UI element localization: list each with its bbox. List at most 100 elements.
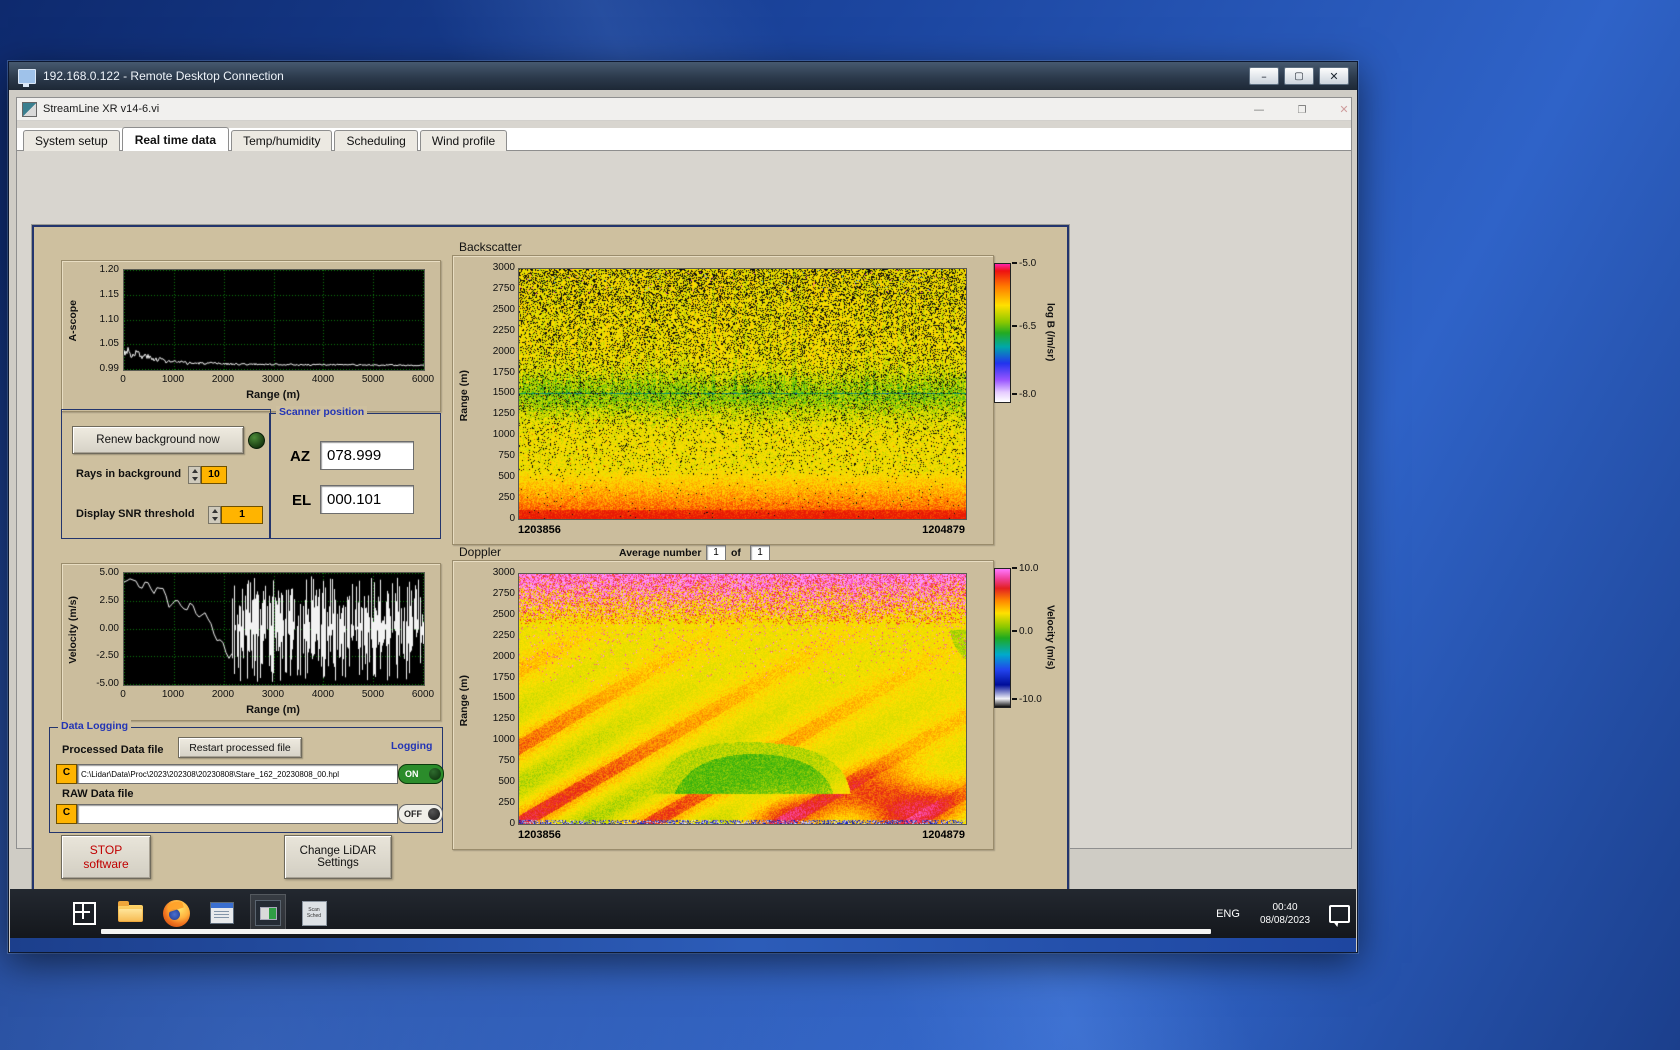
app-minimize-button[interactable] [1245, 101, 1273, 117]
snr-value-field[interactable]: 1 [221, 506, 263, 524]
processed-drive-button[interactable]: C [56, 764, 77, 784]
tick-label: 1.05 [100, 338, 119, 349]
app-maximize-button[interactable] [1288, 101, 1316, 117]
doppler-colorbar-tick-top: 10.0 [1012, 563, 1038, 574]
tick-label: 2750 [493, 588, 515, 599]
rays-value-field[interactable]: 10 [201, 466, 227, 484]
tab-real-time-data[interactable]: Real time data [122, 127, 229, 151]
tick-label: 1250 [493, 408, 515, 419]
rdp-maximize-button[interactable] [1284, 67, 1314, 85]
host-desktop: 192.168.0.122 - Remote Desktop Connectio… [0, 0, 1680, 1050]
language-indicator[interactable]: ENG [1208, 889, 1248, 938]
tick-label: 3000 [493, 567, 515, 578]
raw-logging-toggle[interactable]: OFF [398, 804, 443, 824]
remote-desktop: StreamLine XR v14-6.vi System setup Real… [10, 90, 1356, 952]
file-explorer-button[interactable] [112, 894, 148, 932]
document-icon [210, 902, 234, 924]
tick-label: 0 [509, 818, 515, 829]
notification-center-button[interactable] [1324, 889, 1354, 938]
raw-path-field[interactable] [77, 804, 398, 824]
app-titlebar[interactable]: StreamLine XR v14-6.vi [17, 98, 1351, 121]
tick-label: 2000 [493, 651, 515, 662]
ascope-x-axis-label: Range (m) [123, 389, 423, 401]
clock[interactable]: 00:40 08/08/2023 [1248, 889, 1322, 938]
tick-label: 1.10 [100, 314, 119, 325]
notes-app-button[interactable] [204, 894, 240, 932]
app-content: A-scope 1.201.151.101.050.99 01000200030… [17, 151, 1351, 848]
backscatter-colorbar-tick-bottom: -8.0 [1012, 389, 1036, 400]
restart-processed-file-button[interactable]: Restart processed file [178, 737, 302, 758]
ascope-y-ticks: 1.201.151.101.050.99 [90, 264, 119, 374]
velocity-x-ticks: 0100020003000400050006000 [123, 689, 423, 701]
tick-label: 1.20 [100, 264, 119, 275]
raw-data-file-label: RAW Data file [62, 788, 134, 800]
scan-scheduler-button[interactable]: ScanSched [296, 894, 332, 932]
tick-label: 4000 [312, 689, 334, 700]
app-icon [22, 102, 37, 117]
average-of-label: of [731, 547, 741, 559]
tick-label: 1000 [493, 429, 515, 440]
snr-spinner[interactable] [208, 506, 221, 524]
start-button[interactable] [66, 894, 102, 932]
rdp-titlebar[interactable]: 192.168.0.122 - Remote Desktop Connectio… [9, 62, 1357, 90]
start-icon [73, 902, 96, 925]
backscatter-x-end: 1204879 [895, 524, 965, 536]
tick-label: 750 [498, 450, 515, 461]
backscatter-colorbar [994, 263, 1011, 403]
rdp-close-button[interactable] [1319, 67, 1349, 85]
app-window-icon [255, 900, 281, 926]
stop-software-button[interactable]: STOPsoftware [61, 835, 151, 879]
rdp-window: 192.168.0.122 - Remote Desktop Connectio… [8, 61, 1358, 953]
el-value-field[interactable]: 000.101 [320, 485, 414, 514]
doppler-colorbar [994, 568, 1011, 708]
firefox-button[interactable] [158, 894, 194, 932]
snr-threshold-label: Display SNR threshold [76, 508, 195, 520]
backscatter-colorbar-label: log B (/m/sr) [1042, 267, 1058, 397]
processed-path-field[interactable]: C:\Lidar\Data\Proc\2023\202308\20230808\… [77, 764, 398, 784]
average-number-label: Average number [619, 547, 701, 559]
az-label: AZ [290, 448, 310, 465]
renew-background-button[interactable]: Renew background now [72, 426, 244, 454]
tick-label: 2000 [212, 689, 234, 700]
tick-label: 5.00 [100, 567, 119, 578]
clock-time: 00:40 [1272, 901, 1297, 914]
processed-logging-toggle[interactable]: ON [398, 764, 444, 784]
tick-label: 1.15 [100, 289, 119, 300]
session-bottom-strip [10, 938, 1356, 952]
clock-date: 08/08/2023 [1260, 914, 1310, 927]
tick-label: 2000 [212, 374, 234, 385]
tab-wind-profile[interactable]: Wind profile [420, 130, 507, 151]
folder-icon [118, 905, 143, 922]
tick-label: 0 [120, 374, 126, 385]
scan-scheduler-icon: ScanSched [302, 901, 327, 926]
ascope-y-axis-label: A-scope [66, 277, 80, 365]
tab-scheduling[interactable]: Scheduling [334, 130, 417, 151]
change-lidar-settings-button[interactable]: Change LiDARSettings [284, 835, 392, 879]
rays-spinner[interactable] [188, 466, 201, 484]
az-value-field[interactable]: 078.999 [320, 441, 414, 470]
backscatter-y-ticks: 3000275025002250200017501500125010007505… [479, 262, 515, 524]
rdp-minimize-button[interactable] [1249, 67, 1279, 85]
rays-in-background-label: Rays in background [76, 468, 181, 480]
tab-temp-humidity[interactable]: Temp/humidity [231, 130, 332, 151]
tick-label: 1000 [493, 734, 515, 745]
tick-label: 0 [509, 513, 515, 524]
renew-background-led [248, 432, 265, 449]
tick-label: 2250 [493, 630, 515, 641]
tick-label: 0.00 [100, 623, 119, 634]
logging-label: Logging [388, 740, 435, 752]
raw-drive-button[interactable]: C [56, 804, 77, 824]
backscatter-heatmap [518, 268, 967, 520]
app-close-button[interactable] [1330, 101, 1356, 117]
velocity-x-axis-label: Range (m) [123, 704, 423, 716]
streamline-app-button[interactable] [250, 894, 286, 932]
tab-system-setup[interactable]: System setup [23, 130, 120, 151]
doppler-x-start: 1203856 [518, 829, 561, 841]
doppler-colorbar-tick-bottom: -10.0 [1012, 694, 1042, 705]
toggle-knob [428, 808, 440, 820]
ascope-plot [123, 269, 425, 371]
tick-label: 2000 [493, 346, 515, 357]
tick-label: 3000 [493, 262, 515, 273]
tick-label: 2250 [493, 325, 515, 336]
tick-label: -5.00 [96, 678, 119, 689]
